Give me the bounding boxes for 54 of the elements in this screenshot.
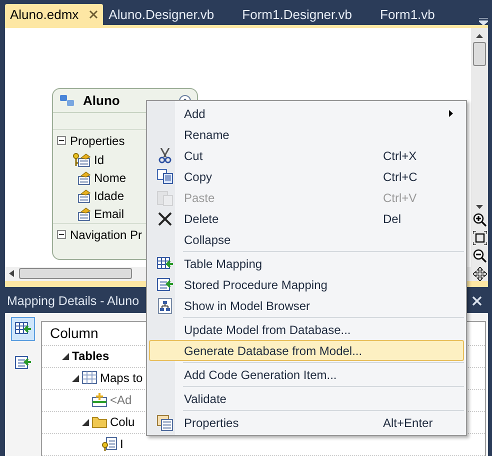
tab[interactable]: Aluno.edmx xyxy=(5,4,103,25)
entity-title: Aluno xyxy=(83,92,121,110)
scroll-down-icon[interactable] xyxy=(476,204,483,209)
property-name: Email xyxy=(94,206,124,223)
tab[interactable]: Aluno.Designer.vb xyxy=(102,4,220,25)
property-name: Id xyxy=(94,152,104,169)
menu-item[interactable]: Update Model from Database... xyxy=(149,316,464,340)
close-icon[interactable] xyxy=(88,10,98,19)
column-header[interactable]: Column xyxy=(50,322,98,344)
scroll-up-icon[interactable] xyxy=(476,34,483,38)
property-name: Nome xyxy=(94,170,126,187)
section-label: Properties xyxy=(70,132,125,150)
scroll-left-icon[interactable] xyxy=(9,270,15,278)
zoom-fit-icon[interactable] xyxy=(472,230,486,245)
expanded-icon[interactable] xyxy=(82,418,89,426)
tree-item[interactable]: Tables xyxy=(72,347,110,366)
panel-title: Mapping Details - Aluno xyxy=(7,292,140,310)
tree-item[interactable]: Colu xyxy=(110,413,135,432)
hierarchy-icon xyxy=(157,298,173,314)
menu-item[interactable]: Validate xyxy=(149,385,464,409)
vertical-scrollbar-thumb[interactable] xyxy=(473,42,486,66)
properties-icon xyxy=(157,414,173,430)
zoom-out-icon[interactable] xyxy=(472,248,486,263)
table-icon xyxy=(82,371,97,386)
menu-item[interactable]: Show in Model Browser xyxy=(149,295,464,316)
zoom-in-icon[interactable] xyxy=(472,212,486,227)
expanded-icon[interactable] xyxy=(72,374,79,382)
tab[interactable]: Form1.vb xyxy=(374,4,441,25)
menu-item[interactable]: Add Code Generation Item... xyxy=(149,361,464,385)
move-icon[interactable] xyxy=(472,266,486,281)
key-column-icon xyxy=(102,437,117,452)
tree-item[interactable]: Maps to xyxy=(100,369,143,388)
entity-icon xyxy=(59,94,75,107)
tab[interactable]: Form1.Designer.vb xyxy=(236,4,358,25)
add-row-icon xyxy=(92,393,107,408)
table-mapping-button[interactable] xyxy=(11,316,35,341)
menu-item[interactable]: Stored Procedure Mapping xyxy=(149,274,464,295)
horizontal-scrollbar-thumb[interactable] xyxy=(19,268,132,280)
collapse-icon[interactable] xyxy=(57,230,66,239)
delete-icon xyxy=(157,210,173,226)
collapse-icon[interactable] xyxy=(57,136,66,145)
expanded-icon[interactable] xyxy=(62,352,69,360)
tree-item[interactable]: <Ad xyxy=(110,391,132,410)
property-name: Idade xyxy=(94,188,124,205)
menu-item[interactable]: Generate Database from Model... xyxy=(149,340,464,361)
scissors-icon xyxy=(157,148,173,164)
section-label: Navigation Pr xyxy=(70,226,142,244)
menu-item[interactable]: Properties Alt+Enter xyxy=(149,409,464,433)
copy-icon xyxy=(157,168,173,184)
folder-icon xyxy=(92,415,107,430)
tree-item[interactable]: I xyxy=(120,435,124,454)
submenu-arrow-icon xyxy=(449,110,453,117)
dropdown-icon[interactable] xyxy=(479,18,488,25)
clipboard-icon xyxy=(157,190,173,206)
